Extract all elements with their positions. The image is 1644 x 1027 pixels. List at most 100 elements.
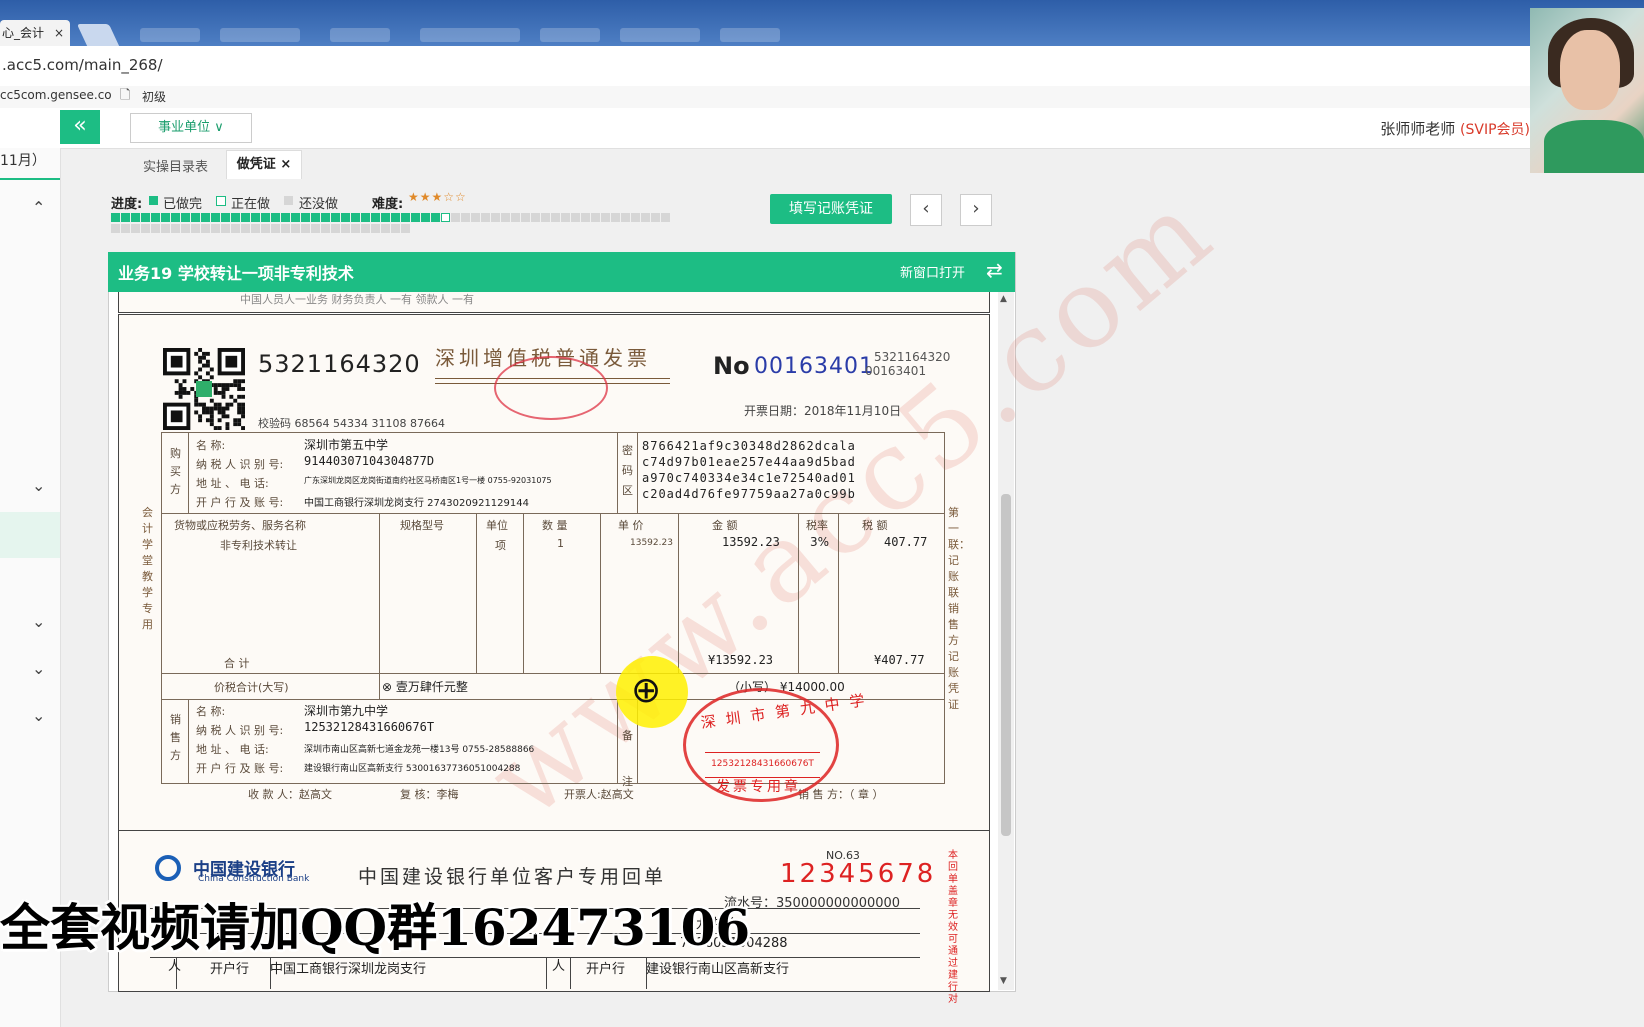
progress-cell[interactable] <box>471 213 480 222</box>
progress-cell[interactable] <box>401 213 410 222</box>
browser-tab-blurred[interactable] <box>220 28 300 42</box>
progress-cell[interactable] <box>371 213 380 222</box>
close-icon[interactable]: × <box>280 157 291 172</box>
progress-cell[interactable] <box>551 213 560 222</box>
chevron-down-icon[interactable]: ⌄ <box>32 659 45 678</box>
progress-cell[interactable] <box>431 213 440 222</box>
tab-catalog[interactable]: 实操目录表 <box>143 156 208 175</box>
progress-cell[interactable] <box>221 224 230 233</box>
url-text[interactable]: .acc5.com/main_268/ <box>2 56 163 74</box>
progress-cell[interactable] <box>171 213 180 222</box>
progress-cell[interactable] <box>611 213 620 222</box>
prev-button[interactable]: ‹ <box>910 194 942 226</box>
progress-cell[interactable] <box>191 213 200 222</box>
progress-cell[interactable] <box>161 213 170 222</box>
progress-cell[interactable] <box>321 213 330 222</box>
swap-icon[interactable]: ⇄ <box>986 258 1003 282</box>
browser-tab-blurred[interactable] <box>540 28 600 42</box>
sidebar-item-active[interactable] <box>0 512 60 558</box>
scroll-down-arrow[interactable]: ▼ <box>1000 976 1007 986</box>
progress-cell[interactable] <box>391 213 400 222</box>
progress-cell[interactable] <box>661 213 670 222</box>
progress-cell[interactable] <box>341 213 350 222</box>
zoom-in-icon[interactable]: ⊕ <box>631 670 661 711</box>
progress-cell[interactable] <box>651 213 660 222</box>
progress-cell[interactable] <box>491 213 500 222</box>
close-tab-icon[interactable]: × <box>54 26 64 40</box>
progress-cell[interactable] <box>581 213 590 222</box>
progress-cell[interactable] <box>241 213 250 222</box>
progress-cell[interactable] <box>221 213 230 222</box>
progress-cell[interactable] <box>151 224 160 233</box>
progress-cell[interactable] <box>461 213 470 222</box>
progress-cell[interactable] <box>291 224 300 233</box>
progress-cell[interactable] <box>211 224 220 233</box>
address-bar[interactable] <box>0 46 1530 87</box>
progress-cell[interactable] <box>351 213 360 222</box>
progress-cell[interactable] <box>141 224 150 233</box>
progress-cell[interactable] <box>351 224 360 233</box>
browser-tab-blurred[interactable] <box>330 28 390 42</box>
progress-cell[interactable] <box>111 213 120 222</box>
progress-cell[interactable] <box>411 213 420 222</box>
open-new-window-link[interactable]: 新窗口打开 <box>900 262 965 281</box>
sidebar-month[interactable]: 11月） <box>0 150 46 170</box>
progress-cell[interactable] <box>201 224 210 233</box>
progress-cell[interactable] <box>481 213 490 222</box>
progress-cell[interactable] <box>311 213 320 222</box>
progress-cell[interactable] <box>361 224 370 233</box>
progress-cell[interactable] <box>281 224 290 233</box>
progress-cell[interactable] <box>511 213 520 222</box>
progress-cell[interactable] <box>561 213 570 222</box>
scrollbar-thumb[interactable] <box>1001 494 1011 836</box>
progress-cell[interactable] <box>261 224 270 233</box>
next-button[interactable]: › <box>960 194 992 226</box>
progress-cell[interactable] <box>541 213 550 222</box>
chevron-down-icon[interactable]: ⌄ <box>32 612 45 631</box>
progress-cell[interactable] <box>271 213 280 222</box>
chevron-down-icon[interactable]: ⌄ <box>32 476 45 495</box>
progress-cell[interactable] <box>501 213 510 222</box>
bookmark-gensee[interactable]: cc5com.gensee.co <box>0 88 112 102</box>
bookmark-chuji[interactable]: 初级 <box>142 88 166 105</box>
progress-cell[interactable] <box>341 224 350 233</box>
progress-cell[interactable] <box>331 213 340 222</box>
progress-cell[interactable] <box>111 224 120 233</box>
progress-cell[interactable] <box>201 213 210 222</box>
progress-cell[interactable] <box>131 224 140 233</box>
progress-cell[interactable] <box>401 224 410 233</box>
progress-cell[interactable] <box>521 213 530 222</box>
progress-cell[interactable] <box>371 224 380 233</box>
tab-voucher[interactable]: 做凭证 × <box>226 150 302 179</box>
progress-cell[interactable] <box>531 213 540 222</box>
progress-cell[interactable] <box>331 224 340 233</box>
progress-cell[interactable] <box>301 213 310 222</box>
progress-cell[interactable] <box>181 224 190 233</box>
browser-tab-blurred[interactable] <box>140 28 200 42</box>
progress-cell[interactable] <box>281 213 290 222</box>
user-name[interactable]: 张师师老师 (SVIP会员) <box>1380 118 1530 139</box>
progress-cell[interactable] <box>251 213 260 222</box>
progress-cell[interactable] <box>131 213 140 222</box>
progress-cell[interactable] <box>391 224 400 233</box>
progress-cell[interactable] <box>321 224 330 233</box>
progress-cell[interactable] <box>421 213 430 222</box>
browser-tab-blurred[interactable] <box>720 28 780 42</box>
progress-cell[interactable] <box>311 224 320 233</box>
progress-cell[interactable] <box>591 213 600 222</box>
progress-cell[interactable] <box>451 213 460 222</box>
progress-cell[interactable] <box>251 224 260 233</box>
progress-cell[interactable] <box>441 213 450 222</box>
progress-cell[interactable] <box>121 213 130 222</box>
browser-tab-blurred[interactable] <box>420 28 520 42</box>
progress-cell[interactable] <box>211 213 220 222</box>
browser-tab-blurred[interactable] <box>620 28 700 42</box>
unit-type-select[interactable]: 事业单位 ∨ <box>130 113 252 143</box>
progress-cell[interactable] <box>171 224 180 233</box>
chevron-down-icon[interactable]: ⌄ <box>32 706 45 725</box>
fill-voucher-button[interactable]: 填写记账凭证 <box>770 194 892 224</box>
progress-cell[interactable] <box>291 213 300 222</box>
chevron-up-icon[interactable]: ⌃ <box>32 198 45 217</box>
progress-cell[interactable] <box>381 224 390 233</box>
progress-cell[interactable] <box>261 213 270 222</box>
